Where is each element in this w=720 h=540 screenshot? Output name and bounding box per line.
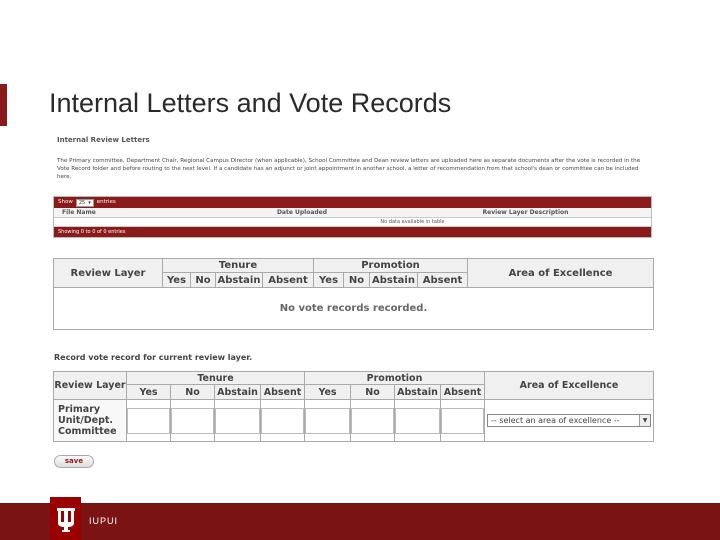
letters-empty-message: No data available in table [54, 218, 651, 227]
tenure-yes-input[interactable] [127, 407, 170, 434]
letters-footer-info: Showing 0 to 0 of 0 entries [54, 227, 651, 237]
record-vote-form: Review Layer Tenure Promotion Area of Ex… [53, 371, 654, 442]
header-promotion: Promotion [313, 258, 468, 273]
record-header-tenure-yes: Yes [126, 384, 171, 400]
record-header-review-layer: Review Layer [53, 371, 127, 400]
header-tenure-abstain: Abstain [215, 272, 263, 288]
footer-brand: IUPUI [89, 516, 119, 526]
header-promotion-absent: Absent [417, 272, 468, 288]
chevron-down-icon: ▼ [639, 415, 650, 426]
promotion-absent-input[interactable] [441, 407, 484, 434]
entries-count-value: 25 [78, 199, 86, 206]
area-of-excellence-select[interactable]: -- select an area of excellence -- ▼ [487, 414, 651, 427]
header-review-layer: Review Layer [53, 258, 163, 288]
column-file-name[interactable]: File Name [54, 208, 204, 217]
show-entries-bar: Show 25 ▾ entries [54, 197, 651, 208]
record-vote-title: Record vote record for current review la… [54, 353, 253, 362]
header-promotion-yes: Yes [313, 272, 344, 288]
record-header-tenure: Tenure [126, 371, 305, 385]
record-header-promotion: Promotion [304, 371, 485, 385]
header-promotion-abstain: Abstain [369, 272, 418, 288]
show-label: Show [58, 199, 73, 205]
promotion-abstain-input[interactable] [395, 407, 440, 434]
letters-table-header: File Name Date Uploaded Review Layer Des… [54, 208, 651, 218]
record-header-promotion-no: No [350, 384, 395, 400]
entries-label: entries [96, 199, 116, 205]
letters-table: Show 25 ▾ entries File Name Date Uploade… [53, 196, 652, 238]
vote-records-empty-message: No vote records recorded. [53, 287, 654, 330]
save-button[interactable]: save [54, 455, 94, 468]
entries-count-select[interactable]: 25 ▾ [75, 198, 94, 207]
area-of-excellence-placeholder: -- select an area of excellence -- [491, 416, 620, 425]
header-tenure-absent: Absent [262, 272, 314, 288]
row-label-primary-committee: Primary Unit/Dept. Committee [53, 399, 127, 442]
header-tenure-yes: Yes [162, 272, 191, 288]
letters-section-title: Internal Review Letters [57, 136, 150, 144]
promotion-yes-input[interactable] [305, 407, 350, 434]
chevron-down-icon: ▾ [88, 199, 91, 206]
column-review-layer-description[interactable]: Review Layer Description [400, 208, 651, 217]
header-area-of-excellence: Area of Excellence [467, 258, 654, 288]
header-promotion-no: No [343, 272, 370, 288]
slide-title: Internal Letters and Vote Records [49, 88, 452, 118]
record-header-tenure-no: No [170, 384, 215, 400]
column-date-uploaded[interactable]: Date Uploaded [204, 208, 400, 217]
letters-description: The Primary committee, Department Chair,… [57, 158, 641, 180]
record-header-area-of-excellence: Area of Excellence [484, 371, 654, 400]
tenure-no-input[interactable] [171, 407, 214, 434]
trident-glyph [56, 507, 75, 532]
iu-trident-icon [50, 497, 81, 540]
internal-review-letters-panel: Internal Review Letters The Primary comm… [53, 136, 653, 238]
tenure-abstain-input[interactable] [215, 407, 260, 434]
header-tenure: Tenure [162, 258, 314, 273]
record-header-tenure-abstain: Abstain [214, 384, 261, 400]
record-header-promotion-absent: Absent [440, 384, 485, 400]
title-accent-bar [0, 84, 7, 126]
record-header-tenure-absent: Absent [260, 384, 305, 400]
vote-records-table: Review Layer Tenure Promotion Area of Ex… [53, 258, 654, 330]
promotion-no-input[interactable] [351, 407, 394, 434]
record-header-promotion-yes: Yes [304, 384, 351, 400]
record-header-promotion-abstain: Abstain [394, 384, 441, 400]
header-tenure-no: No [190, 272, 216, 288]
tenure-absent-input[interactable] [261, 407, 304, 434]
